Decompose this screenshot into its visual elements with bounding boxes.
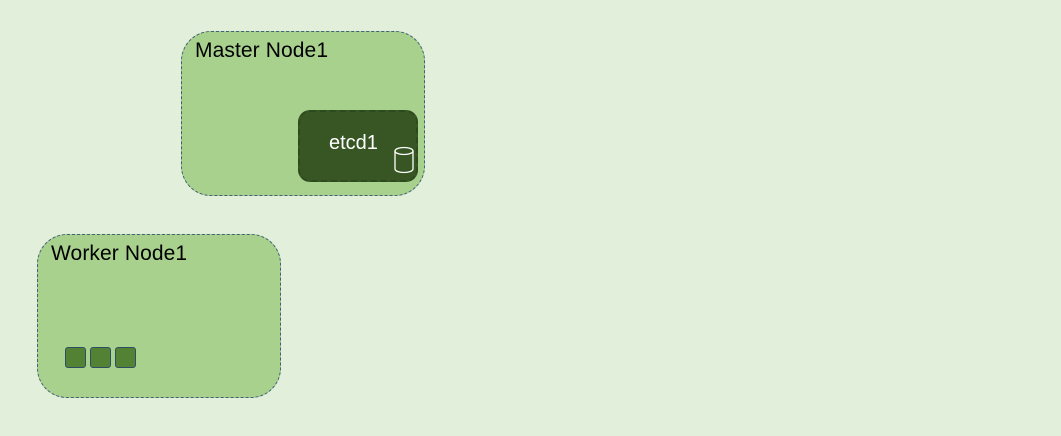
master-node: Master Node1 etcd1 [181,31,425,196]
etcd-label: etcd1 [329,132,378,154]
master-node-label: Master Node1 [195,39,329,62]
database-icon [394,146,414,174]
worker-node: Worker Node1 [37,234,281,398]
worker-node-label: Worker Node1 [51,242,188,265]
etcd-component: etcd1 [298,110,418,182]
pod-square [115,347,136,368]
pod-square [90,347,111,368]
pod-square [65,347,86,368]
diagram-canvas: Master Node1 etcd1 Worker Node1 [0,0,1061,436]
